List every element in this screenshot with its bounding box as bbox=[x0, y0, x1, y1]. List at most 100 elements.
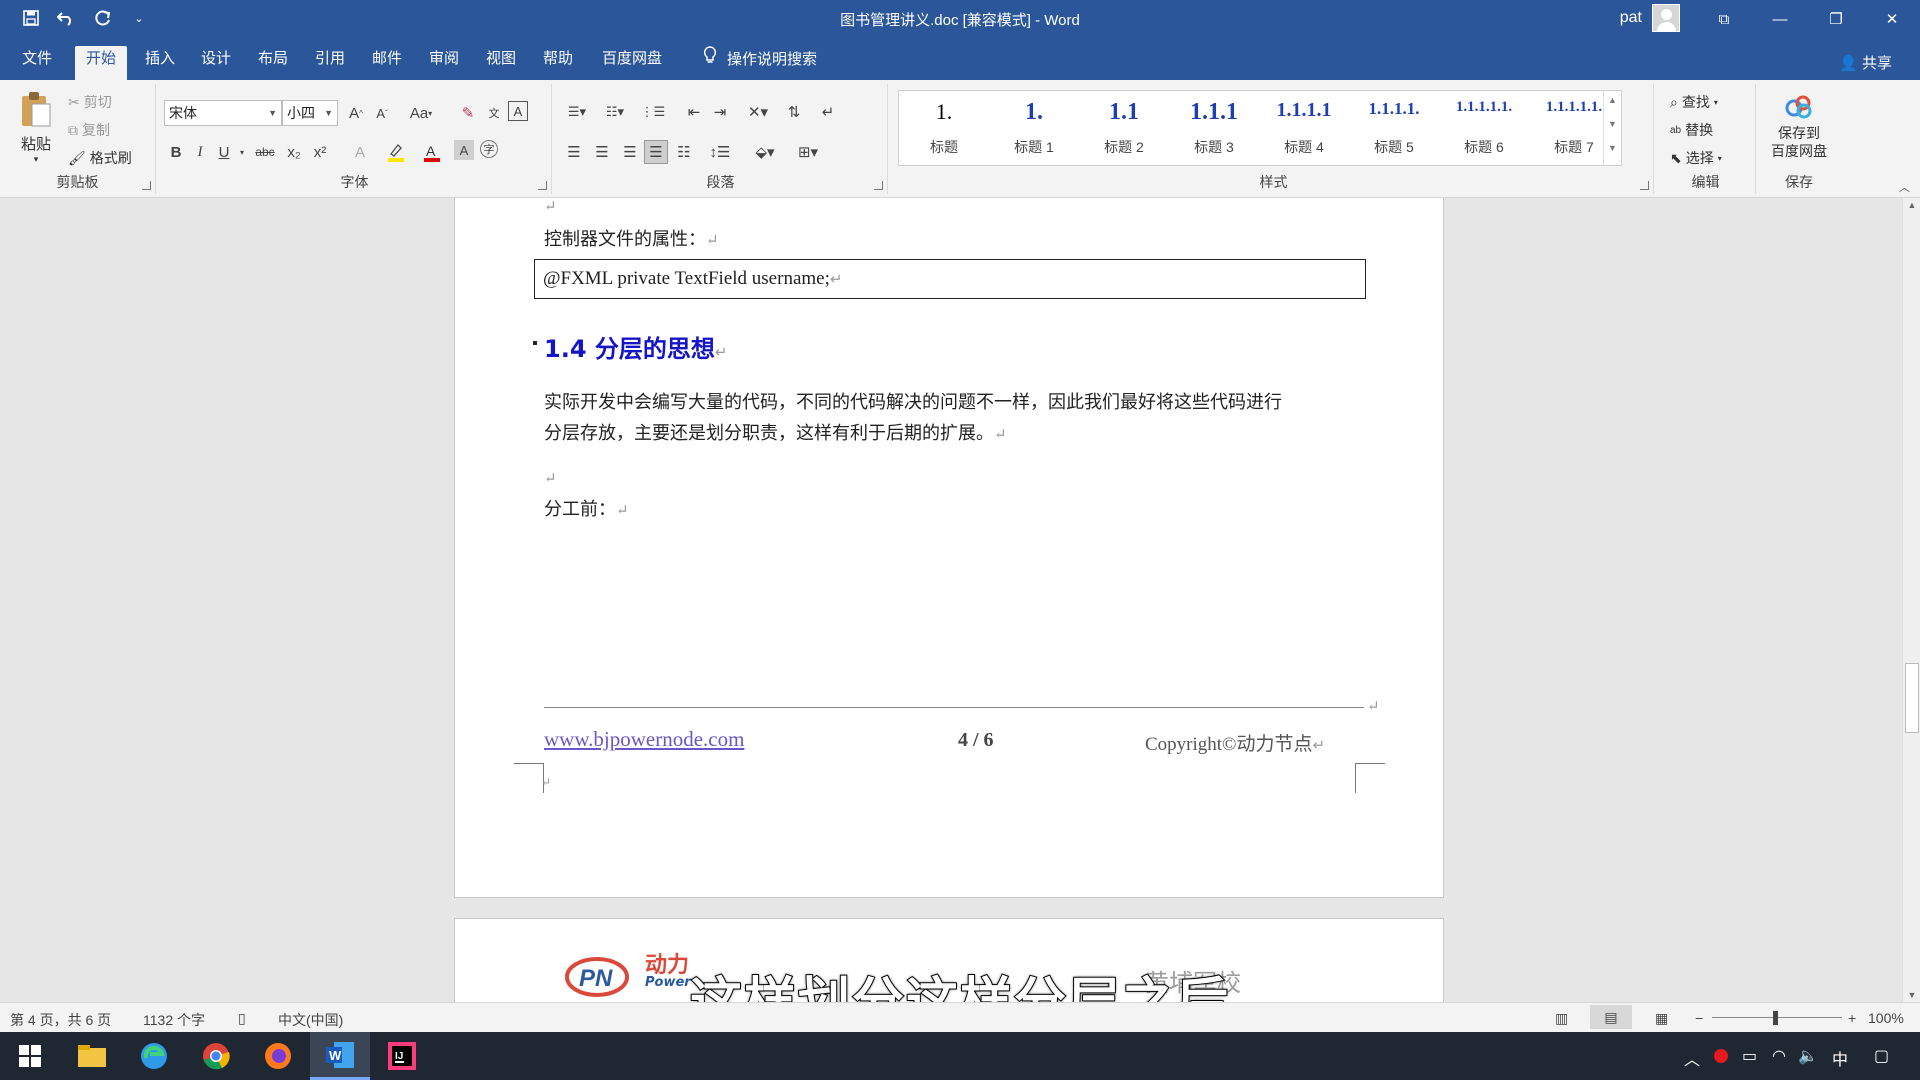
scroll-thumb[interactable] bbox=[1905, 663, 1919, 733]
firefox-browser-icon[interactable] bbox=[248, 1032, 308, 1080]
show-hidden-icons[interactable]: ︿ bbox=[1684, 1046, 1700, 1070]
document-area[interactable]: ↵ 控制器文件的属性：↵ @FXML private TextField use… bbox=[0, 198, 1902, 1002]
read-mode-icon[interactable]: ▥ bbox=[1555, 1010, 1568, 1027]
text-effects-icon[interactable]: A bbox=[348, 140, 372, 164]
change-case-icon[interactable]: Aa ▾ bbox=[404, 101, 438, 125]
styles-launcher-icon[interactable] bbox=[1640, 181, 1649, 190]
format-painter-button[interactable]: 🖌 格式刷 bbox=[68, 148, 132, 168]
record-indicator-icon[interactable] bbox=[1714, 1049, 1728, 1063]
bullets-icon[interactable]: ☰▾ bbox=[562, 100, 592, 124]
page-count[interactable]: 第 4 页，共 6 页 bbox=[10, 1010, 111, 1030]
ime-indicator[interactable]: 中 bbox=[1832, 1046, 1848, 1070]
word-app-icon[interactable]: W bbox=[310, 1032, 370, 1080]
tell-me-search[interactable]: 操作说明搜索 bbox=[692, 46, 828, 80]
multilevel-list-icon[interactable]: ⋮☰ bbox=[638, 100, 668, 124]
find-button[interactable]: ⌕ 查找 ▾ bbox=[1670, 92, 1718, 112]
bold-button[interactable]: B bbox=[164, 140, 188, 164]
justify-icon[interactable]: ☰ bbox=[644, 140, 668, 164]
avatar[interactable] bbox=[1652, 4, 1680, 32]
align-center-icon[interactable]: ☰ bbox=[590, 140, 614, 164]
footer-website-link[interactable]: www.bjpowernode.com bbox=[544, 727, 744, 752]
battery-icon[interactable]: ▭ bbox=[1742, 1046, 1757, 1066]
sort-icon[interactable]: ⇅ bbox=[782, 100, 806, 124]
zoom-in-icon[interactable]: + bbox=[1848, 1010, 1856, 1026]
zoom-level[interactable]: 100% bbox=[1868, 1010, 1904, 1026]
collapse-ribbon-icon[interactable]: ︿ bbox=[1899, 179, 1910, 195]
page-4[interactable]: ↵ 控制器文件的属性：↵ @FXML private TextField use… bbox=[454, 198, 1444, 898]
grow-font-icon[interactable]: A ^ bbox=[344, 101, 368, 125]
tab-mailings[interactable]: 邮件 bbox=[361, 46, 413, 80]
distributed-icon[interactable]: ☷ bbox=[672, 140, 696, 164]
line-spacing-icon[interactable]: ↕☰ bbox=[704, 140, 736, 164]
font-name-select[interactable]: 宋体 ▼ bbox=[164, 100, 282, 126]
tab-baidu-netdisk[interactable]: 百度网盘 bbox=[591, 46, 673, 80]
shading-icon[interactable]: ⬙▾ bbox=[748, 140, 782, 164]
font-size-select[interactable]: 小四 ▼ bbox=[282, 100, 338, 126]
borders-icon[interactable]: ⊞▾ bbox=[792, 140, 824, 164]
enclose-characters-icon[interactable]: 字 bbox=[480, 140, 498, 158]
decrease-indent-icon[interactable]: ⇤ bbox=[682, 100, 706, 124]
intellij-idea-icon[interactable]: IJ bbox=[372, 1032, 432, 1080]
tab-view[interactable]: 视图 bbox=[475, 46, 527, 80]
ribbon-display-options-icon[interactable]: ⧉ bbox=[1696, 0, 1752, 38]
font-launcher-icon[interactable] bbox=[538, 181, 547, 190]
align-left-icon[interactable]: ☰ bbox=[562, 140, 586, 164]
superscript-button[interactable]: x² bbox=[308, 140, 332, 164]
numbering-icon[interactable]: ☷▾ bbox=[600, 100, 630, 124]
close-icon[interactable]: ✕ bbox=[1864, 0, 1920, 38]
tab-design[interactable]: 设计 bbox=[190, 46, 242, 80]
shrink-font-icon[interactable]: Aˇ bbox=[370, 101, 394, 125]
increase-indent-icon[interactable]: ⇥ bbox=[708, 100, 732, 124]
language[interactable]: 中文(中国) bbox=[278, 1010, 343, 1030]
notification-icon[interactable]: ▢ bbox=[1874, 1046, 1889, 1066]
zoom-slider-thumb[interactable] bbox=[1773, 1011, 1778, 1025]
edge-browser-icon[interactable] bbox=[124, 1032, 184, 1080]
copy-button[interactable]: ⧉ 复制 bbox=[68, 120, 110, 140]
align-right-icon[interactable]: ☰ bbox=[618, 140, 642, 164]
proofing-icon[interactable]: ▯ bbox=[238, 1010, 246, 1027]
word-count[interactable]: 1132 个字 bbox=[143, 1010, 205, 1030]
save-to-baidu-button[interactable]: 保存到 百度网盘 bbox=[1758, 94, 1840, 160]
character-shading-icon[interactable]: A bbox=[454, 140, 474, 160]
tab-file[interactable]: 文件 bbox=[11, 46, 63, 80]
subscript-button[interactable]: x₂ bbox=[282, 140, 306, 164]
phonetic-guide-icon[interactable]: 文 bbox=[482, 101, 506, 125]
chinese-layout-icon[interactable]: ✕▾ bbox=[742, 100, 774, 124]
tab-review[interactable]: 审阅 bbox=[418, 46, 470, 80]
chrome-browser-icon[interactable] bbox=[186, 1032, 246, 1080]
clipboard-launcher-icon[interactable] bbox=[142, 181, 151, 190]
clear-formatting-icon[interactable]: ✎ bbox=[456, 101, 480, 125]
vertical-scrollbar[interactable]: ▲ ▼ bbox=[1902, 198, 1920, 1002]
scroll-up-icon[interactable]: ▲ bbox=[1903, 200, 1920, 210]
paste-label: 粘贴 bbox=[20, 136, 51, 153]
tab-layout[interactable]: 布局 bbox=[247, 46, 299, 80]
highlight-color-icon[interactable] bbox=[384, 140, 408, 164]
tab-insert[interactable]: 插入 bbox=[134, 46, 186, 80]
print-layout-icon[interactable]: ▤ bbox=[1590, 1005, 1632, 1029]
windows-start-icon[interactable] bbox=[0, 1032, 60, 1080]
restore-icon[interactable]: ❐ bbox=[1808, 0, 1864, 38]
scroll-down-icon[interactable]: ▼ bbox=[1903, 990, 1920, 1000]
wifi-icon[interactable]: ◠ bbox=[1772, 1046, 1786, 1066]
minimize-icon[interactable]: — bbox=[1752, 0, 1808, 38]
replace-button[interactable]: ab 替换 bbox=[1670, 120, 1713, 140]
zoom-out-icon[interactable]: − bbox=[1695, 1010, 1703, 1026]
italic-button[interactable]: I bbox=[188, 140, 212, 164]
strikethrough-button[interactable]: abc bbox=[250, 140, 280, 164]
account[interactable]: pat bbox=[1620, 4, 1680, 32]
show-marks-icon[interactable]: ↵ bbox=[816, 100, 840, 124]
cut-button[interactable]: ✂ 剪切 bbox=[68, 92, 112, 112]
share-button[interactable]: 👤 共享 bbox=[1839, 52, 1892, 73]
web-layout-icon[interactable]: ▦ bbox=[1655, 1010, 1668, 1027]
paragraph-launcher-icon[interactable] bbox=[874, 181, 883, 190]
volume-icon[interactable]: 🔈 bbox=[1798, 1046, 1818, 1066]
tab-references[interactable]: 引用 bbox=[304, 46, 356, 80]
tab-help[interactable]: 帮助 bbox=[532, 46, 584, 80]
character-border-icon[interactable]: A bbox=[508, 101, 528, 121]
select-button[interactable]: ⬉ 选择 ▾ bbox=[1670, 148, 1722, 168]
font-color-icon[interactable]: A bbox=[420, 140, 444, 164]
paste-button[interactable]: 粘贴 ▾ bbox=[14, 90, 58, 170]
tab-home[interactable]: 开始 bbox=[75, 46, 128, 80]
file-explorer-icon[interactable] bbox=[62, 1032, 122, 1080]
copy-icon: ⧉ bbox=[68, 121, 78, 138]
